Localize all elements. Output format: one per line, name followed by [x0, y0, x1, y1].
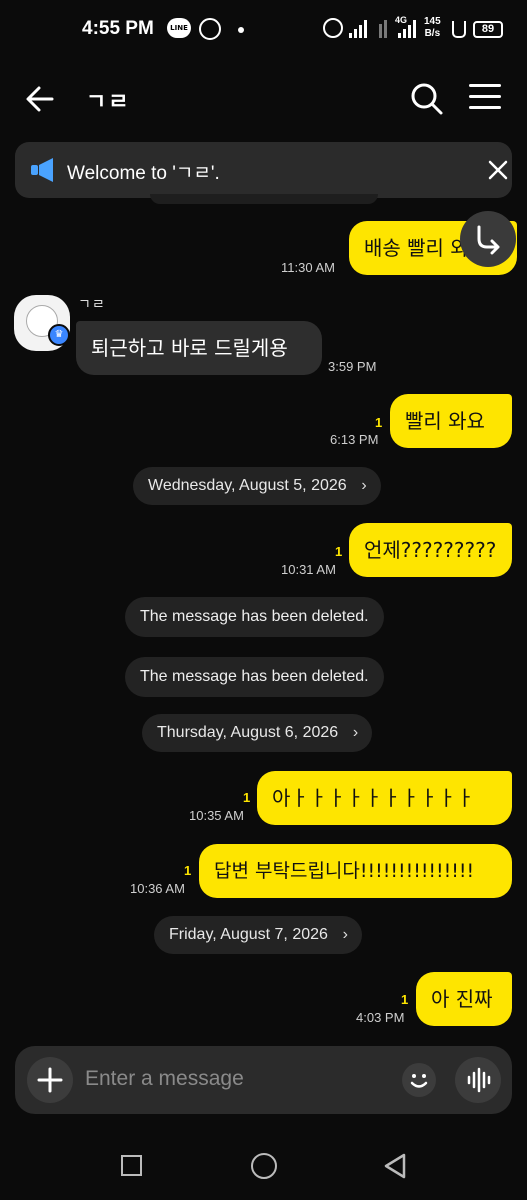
unread-count: 1 — [243, 790, 251, 805]
line-app-icon: LINE — [167, 18, 191, 38]
date-divider[interactable]: Thursday, August 6, 2026 › — [142, 714, 373, 752]
date-label: Wednesday, August 5, 2026 — [148, 477, 347, 494]
flask-icon — [452, 21, 466, 38]
data-arrows-icon — [379, 20, 387, 38]
chevron-right-icon: › — [342, 926, 348, 943]
avatar[interactable]: ♛ — [14, 295, 70, 351]
notice-banner[interactable]: Welcome to 'ㄱㄹ'. — [15, 142, 512, 198]
attach-button[interactable] — [27, 1057, 73, 1103]
arrow-turn-down-icon — [477, 225, 500, 255]
message-input-bar: Enter a message — [15, 1046, 512, 1114]
smile-icon — [410, 1074, 428, 1088]
deleted-message[interactable]: The message has been deleted. — [125, 657, 384, 697]
my-message-bubble[interactable]: 아ㅏㅏㅏㅏㅏㅏㅏㅏㅏㅏ — [257, 771, 512, 825]
my-message-bubble[interactable]: 언제????????? — [349, 523, 512, 577]
chat-title: ㄱㄹ — [86, 90, 131, 115]
home-button[interactable] — [251, 1153, 277, 1179]
deleted-message[interactable]: The message has been deleted. — [125, 597, 384, 637]
whatsapp-icon — [199, 18, 221, 40]
battery-icon: 89 — [473, 21, 503, 38]
scrolled-message-edge — [150, 194, 378, 204]
megaphone-icon — [31, 158, 53, 182]
message-time: 3:59 PM — [328, 359, 377, 374]
message-time: 10:31 AM — [281, 562, 336, 577]
message-time: 11:30 AM — [281, 260, 335, 275]
voice-button[interactable] — [455, 1057, 501, 1103]
chat-header: ㄱㄹ — [0, 60, 527, 140]
their-message-bubble[interactable]: 퇴근하고 바로 드릴게용 — [76, 321, 322, 375]
date-label: Friday, August 7, 2026 — [169, 926, 328, 943]
crown-icon: ♛ — [48, 324, 70, 346]
unread-count: 1 — [375, 415, 383, 430]
unread-count: 1 — [335, 544, 343, 559]
back-button[interactable] — [382, 1152, 408, 1180]
date-label: Thursday, August 6, 2026 — [157, 724, 339, 741]
date-divider[interactable]: Friday, August 7, 2026 › — [154, 916, 362, 954]
recents-button[interactable] — [121, 1155, 142, 1176]
unread-count: 1 — [401, 992, 409, 1007]
notification-dot-icon — [238, 27, 244, 33]
chevron-right-icon: › — [361, 477, 367, 494]
sender-name: ㄱㄹ — [78, 297, 106, 313]
unread-count: 1 — [184, 863, 192, 878]
scroll-down-button[interactable] — [460, 211, 516, 267]
message-time: 4:03 PM — [356, 1010, 405, 1025]
network-speed: 145 B/s — [424, 16, 441, 39]
my-message-bubble[interactable]: 답변 부탁드립니다!!!!!!!!!!!!!!! — [199, 844, 512, 898]
status-bar: 4:55 PM LINE 4G 145 B/s 89 — [0, 0, 527, 60]
back-arrow-icon[interactable] — [24, 82, 58, 116]
message-time: 6:13 PM — [330, 432, 379, 447]
plus-icon — [37, 1067, 63, 1093]
message-time: 10:35 AM — [189, 808, 244, 823]
menu-icon[interactable] — [469, 84, 501, 114]
soundwave-icon — [467, 1067, 491, 1093]
emoji-button[interactable] — [402, 1063, 436, 1097]
system-nav-bar — [0, 1130, 527, 1200]
date-divider[interactable]: Wednesday, August 5, 2026 › — [133, 467, 381, 505]
status-time: 4:55 PM — [82, 18, 154, 39]
close-icon[interactable] — [485, 157, 511, 183]
signal-icon — [349, 20, 367, 38]
message-input[interactable]: Enter a message — [85, 1067, 244, 1091]
message-time: 10:36 AM — [130, 881, 185, 896]
chevron-right-icon: › — [352, 724, 359, 741]
my-message-bubble[interactable]: 아 진짜 — [416, 972, 512, 1026]
alarm-icon — [323, 18, 343, 38]
notice-text: Welcome to 'ㄱㄹ'. — [67, 163, 220, 184]
network-type: 4G — [395, 15, 408, 25]
my-message-bubble[interactable]: 빨리 와요 — [390, 394, 512, 448]
search-icon[interactable] — [410, 82, 444, 116]
